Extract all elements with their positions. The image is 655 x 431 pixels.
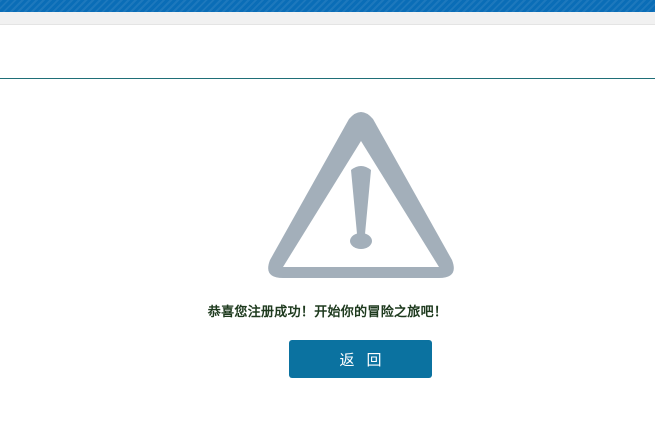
back-button[interactable]: 返回 [289, 340, 432, 378]
header-divider [0, 78, 655, 79]
header-area [0, 25, 655, 78]
success-page: 恭喜您注册成功！开始你的冒险之旅吧！ 返回 [0, 0, 655, 431]
top-gray-band [0, 12, 655, 25]
top-blue-stripe [0, 0, 655, 12]
warning-triangle-icon [268, 112, 454, 278]
success-message: 恭喜您注册成功！开始你的冒险之旅吧！ [207, 305, 448, 320]
